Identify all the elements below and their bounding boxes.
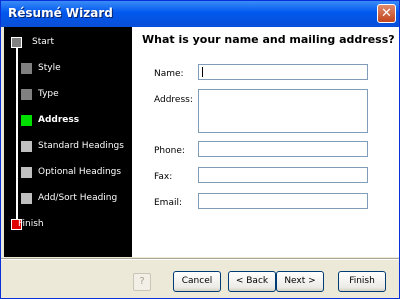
- window-title: Résumé Wizard: [8, 6, 113, 20]
- step-label: Finish: [18, 219, 44, 229]
- fax-label: Fax:: [154, 172, 173, 182]
- help-button[interactable]: ?: [133, 273, 151, 291]
- phone-input[interactable]: [198, 141, 368, 157]
- step-marker-icon: [21, 193, 32, 204]
- page-heading: What is your name and mailing address?: [142, 33, 395, 46]
- back-button[interactable]: < Back: [228, 271, 276, 292]
- step-label: Style: [38, 63, 61, 73]
- address-form-panel: What is your name and mailing address? N…: [132, 27, 399, 257]
- help-icon: ?: [139, 276, 145, 287]
- address-input[interactable]: [198, 89, 368, 133]
- step-marker-icon: [21, 63, 32, 74]
- email-label: Email:: [154, 198, 183, 208]
- step-label: Optional Headings: [38, 167, 122, 177]
- step-label: Address: [38, 115, 80, 125]
- step-marker-icon: [21, 141, 32, 152]
- wizard-window: Résumé Wizard ✕ Start Style Type Address…: [0, 0, 400, 299]
- phone-label: Phone:: [154, 146, 185, 156]
- step-marker-icon: [21, 89, 32, 100]
- step-marker-icon: [11, 37, 22, 48]
- text-caret: [202, 67, 203, 77]
- step-label: Type: [38, 89, 59, 99]
- step-label: Start: [32, 37, 54, 47]
- address-label: Address:: [154, 95, 193, 105]
- name-label: Name:: [154, 69, 184, 79]
- steps-track-line: [16, 42, 18, 222]
- step-marker-icon: [21, 115, 32, 126]
- email-input[interactable]: [198, 193, 368, 209]
- title-bar[interactable]: Résumé Wizard ✕: [1, 1, 399, 27]
- step-marker-icon: [21, 167, 32, 178]
- name-input[interactable]: [198, 64, 368, 80]
- cancel-button[interactable]: Cancel: [173, 271, 221, 292]
- next-button[interactable]: Next >: [276, 271, 324, 292]
- wizard-steps-sidebar: Start Style Type Address Standard Headin…: [4, 27, 132, 257]
- close-button[interactable]: ✕: [377, 4, 396, 23]
- button-bar-divider: [1, 258, 399, 259]
- fax-input[interactable]: [198, 167, 368, 183]
- finish-button[interactable]: Finish: [338, 271, 386, 292]
- step-label: Add/Sort Heading: [38, 193, 118, 203]
- close-icon: ✕: [381, 6, 392, 21]
- step-label: Standard Headings: [38, 141, 124, 151]
